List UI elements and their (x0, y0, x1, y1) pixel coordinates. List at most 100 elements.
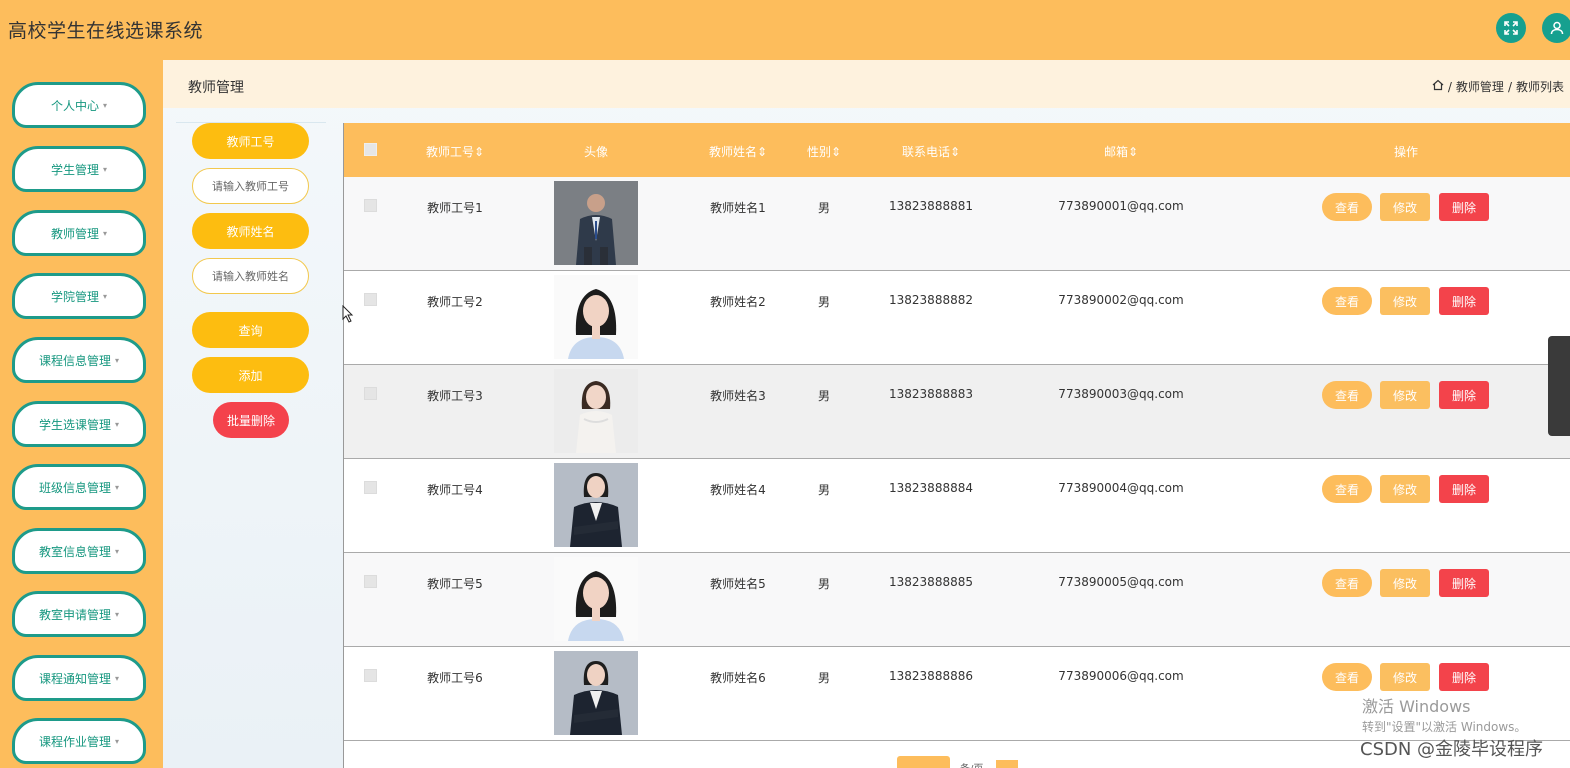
th-actions: 操作 (1393, 145, 1419, 159)
sidebar-item-course-homework[interactable]: 课程作业管理 ▾ (12, 718, 146, 764)
add-button[interactable]: 添加 (192, 357, 309, 393)
edit-button[interactable]: 修改 (1380, 287, 1430, 315)
th-gender[interactable]: 性别⇕ (807, 143, 841, 160)
cell-teacher-no: 教师工号3 (427, 389, 483, 403)
delete-button[interactable]: 删除 (1439, 287, 1489, 315)
cell-gender: 男 (817, 483, 831, 497)
th-label: 教师工号 (425, 145, 474, 159)
row-checkbox[interactable] (364, 481, 377, 494)
sort-icon: ⇕ (756, 145, 768, 159)
caret-down-icon: ▾ (115, 546, 120, 556)
sidebar-item-class-info[interactable]: 班级信息管理 ▾ (12, 464, 146, 510)
edit-button[interactable]: 修改 (1380, 475, 1430, 503)
query-button[interactable]: 查询 (192, 312, 309, 348)
sidebar-item-label: 课程通知管理 (38, 671, 111, 686)
view-button[interactable]: 查看 (1322, 287, 1372, 315)
cell-phone: 13823888882 (889, 293, 973, 307)
sidebar-item-course-info[interactable]: 课程信息管理 ▾ (12, 337, 146, 383)
cell-phone: 13823888886 (889, 669, 973, 683)
sidebar: 个人中心 ▾ 学生管理 ▾ 教师管理 ▾ 学院管理 ▾ 课程信息管理 ▾ 学生选课管理 ▾ … (0, 60, 163, 768)
sort-icon: ⇕ (1127, 145, 1139, 159)
edit-button[interactable]: 修改 (1380, 381, 1430, 409)
teacher-avatar[interactable] (554, 275, 638, 359)
caret-down-icon: ▾ (115, 673, 120, 683)
breadcrumb-teacher-management[interactable]: 教师管理 (1456, 78, 1504, 95)
teacher-avatar[interactable] (554, 651, 638, 735)
cell-email: 773890001@qq.com (1058, 199, 1184, 213)
sidebar-item-label: 教师管理 (50, 226, 99, 241)
teacher-no-input[interactable] (192, 168, 309, 204)
sidebar-item-label: 班级信息管理 (38, 480, 111, 495)
caret-down-icon: ▾ (115, 482, 120, 492)
caret-down-icon: ▾ (115, 609, 120, 619)
expand-icon[interactable] (1496, 13, 1526, 43)
caret-down-icon: ▾ (103, 100, 108, 110)
side-scroll-handle[interactable] (1548, 336, 1570, 436)
sidebar-item-student-management[interactable]: 学生管理 ▾ (12, 146, 146, 192)
batch-delete-button[interactable]: 批量删除 (213, 402, 289, 438)
teacher-avatar[interactable] (554, 181, 638, 265)
edit-button[interactable]: 修改 (1380, 569, 1430, 597)
search-panel: 教师工号 教师姓名 查询 添加 批量删除 (176, 122, 326, 768)
view-button[interactable]: 查看 (1322, 381, 1372, 409)
row-checkbox[interactable] (364, 575, 377, 588)
teacher-avatar[interactable] (554, 463, 638, 547)
row-checkbox[interactable] (364, 669, 377, 682)
delete-button[interactable]: 删除 (1439, 475, 1489, 503)
edit-button[interactable]: 修改 (1380, 663, 1430, 691)
th-email[interactable]: 邮箱⇕ (1104, 143, 1138, 160)
breadcrumb: / 教师管理 / 教师列表 (1432, 78, 1564, 95)
edit-button[interactable]: 修改 (1380, 193, 1430, 221)
sidebar-item-classroom-info[interactable]: 教室信息管理 ▾ (12, 528, 146, 574)
sidebar-item-label: 个人中心 (50, 98, 99, 113)
breadcrumb-separator: / (1447, 79, 1452, 94)
sidebar-item-course-notice[interactable]: 课程通知管理 ▾ (12, 655, 146, 701)
delete-button[interactable]: 删除 (1439, 663, 1489, 691)
cell-gender: 男 (817, 671, 831, 685)
cell-teacher-name: 教师姓名3 (710, 389, 766, 403)
teacher-name-input[interactable] (192, 258, 309, 294)
page-number-button[interactable] (996, 760, 1018, 768)
user-icon[interactable] (1542, 13, 1570, 43)
windows-activation-watermark: 激活 Windows 转到"设置"以激活 Windows。 (1362, 697, 1526, 737)
sidebar-item-personal-center[interactable]: 个人中心 ▾ (12, 82, 146, 128)
view-button[interactable]: 查看 (1322, 569, 1372, 597)
breadcrumb-separator: / (1507, 79, 1512, 94)
delete-button[interactable]: 删除 (1439, 569, 1489, 597)
th-teacher-name[interactable]: 教师姓名⇕ (709, 143, 767, 160)
sidebar-item-label: 课程信息管理 (38, 353, 111, 368)
main-content: 教师管理 / 教师管理 / 教师列表 教师工号 教师姓名 查询 添加 批量删除 … (163, 60, 1570, 768)
cell-gender: 男 (817, 389, 831, 403)
delete-button[interactable]: 删除 (1439, 381, 1489, 409)
row-checkbox[interactable] (364, 387, 377, 400)
view-button[interactable]: 查看 (1322, 663, 1372, 691)
cell-teacher-name: 教师姓名2 (710, 295, 766, 309)
cell-teacher-no: 教师工号2 (427, 295, 483, 309)
table-row: 教师工号2 教师姓名2 男 13823888882 773890002@qq.c… (344, 271, 1570, 365)
sidebar-item-course-selection[interactable]: 学生选课管理 ▾ (12, 401, 146, 447)
th-teacher-no[interactable]: 教师工号⇕ (426, 143, 484, 160)
sidebar-item-college-management[interactable]: 学院管理 ▾ (12, 273, 146, 319)
teacher-avatar[interactable] (554, 369, 638, 453)
cell-teacher-no: 教师工号1 (427, 201, 483, 215)
sort-icon: ⇕ (949, 145, 961, 159)
row-checkbox[interactable] (364, 293, 377, 306)
caret-down-icon: ▾ (115, 736, 120, 746)
cell-teacher-name: 教师姓名1 (710, 201, 766, 215)
cell-email: 773890002@qq.com (1058, 293, 1184, 307)
sort-icon: ⇕ (830, 145, 842, 159)
th-phone[interactable]: 联系电话⇕ (902, 143, 960, 160)
row-checkbox[interactable] (364, 199, 377, 212)
sidebar-item-label: 教室信息管理 (38, 544, 111, 559)
select-all-checkbox[interactable] (364, 143, 377, 156)
sidebar-item-label: 学院管理 (50, 289, 99, 304)
watermark-line2: 转到"设置"以激活 Windows。 (1362, 720, 1527, 734)
sidebar-item-teacher-management[interactable]: 教师管理 ▾ (12, 210, 146, 256)
delete-button[interactable]: 删除 (1439, 193, 1489, 221)
view-button[interactable]: 查看 (1322, 475, 1372, 503)
view-button[interactable]: 查看 (1322, 193, 1372, 221)
home-icon[interactable] (1432, 79, 1444, 94)
sidebar-item-classroom-application[interactable]: 教室申请管理 ▾ (12, 591, 146, 637)
teacher-avatar[interactable] (554, 557, 638, 641)
page-size-select[interactable] (897, 756, 950, 768)
